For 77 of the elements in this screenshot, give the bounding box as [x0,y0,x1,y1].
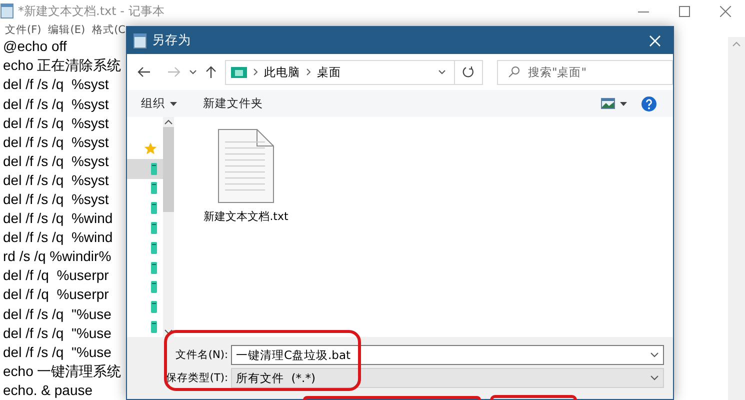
code-line: del /f /s /q %syst [3,132,109,152]
menu-item[interactable]: 文件(F) [5,22,42,37]
code-line: del /f /s /q %syst [3,152,109,171]
dialog-title: 另存为 [152,32,191,49]
refresh-icon [462,66,474,78]
code-line: echo 正在清除系统 [3,56,122,76]
code-line: del /f /s /q %syst [3,75,109,94]
drive-icon [151,321,157,334]
scrollbar-thumb[interactable] [163,127,174,212]
file-type-dropdown[interactable]: 所有文件 (*.*) [231,368,664,388]
code-line: del /f /q %userpr [3,285,109,304]
search-box[interactable]: 搜索"桌面" [496,60,673,84]
organize-menu[interactable]: 组织 [139,94,179,113]
file-name[interactable]: 新建文本文档.txt [204,209,288,224]
help-icon [641,96,657,112]
caret-icon [189,69,197,75]
drive-icon [151,262,157,274]
close-icon [720,6,731,17]
drive-icon [151,222,157,234]
drive-icon [151,162,157,175]
file-name-field[interactable]: 一键清理C盘垃圾.bat [231,345,664,365]
drive-icon [151,202,157,214]
caret-icon [620,102,627,106]
close-button[interactable] [647,32,663,48]
code-line: rd /s /q %windir% [3,247,112,266]
recent-dropdown[interactable] [187,67,199,77]
drive-icon [151,281,157,294]
back-arrow-icon [137,66,151,78]
notepad-icon [0,3,14,20]
code-line: del /f /s /q "%use [3,342,112,362]
maximize-button[interactable] [679,6,690,17]
menu-item[interactable]: 编辑(E) [48,22,86,37]
code-line: del /f /s /q %syst [3,190,109,209]
breadcrumb-item[interactable]: 此电脑 [264,64,300,80]
code-line: del /f /s /q %syst [3,114,109,133]
window-title: *新建文本文档.txt - 记事本 [18,2,164,20]
code-line: del /f /s /q %syst [3,170,109,190]
caret-icon [170,102,177,106]
caret-icon [438,69,446,75]
forward-arrow-icon [167,66,181,78]
field-label: 保存类型(T): [164,371,229,385]
code-line: del /f /s /q "%use [3,304,112,324]
address-dropdown[interactable] [436,67,448,77]
drive-icon [151,301,157,314]
close-button[interactable] [720,6,731,17]
address-bar[interactable]: 此电脑 桌面 [225,60,483,84]
breadcrumb-item[interactable]: 桌面 [317,64,341,80]
up-arrow-icon [205,65,217,79]
code-line: del /f /q %userpr [3,266,109,286]
view-button[interactable] [599,96,629,111]
notepad-icon [133,32,147,48]
search-icon [508,66,520,78]
field-label: 文件名(N): [174,348,229,362]
code-line: @echo off [3,37,67,56]
code-line: del /f /s /q %wind [3,228,113,248]
caret-icon [650,352,659,358]
code-line: del /f /s /q %wind [3,209,113,228]
code-line: del /f /s /q %syst [3,94,109,114]
caret-icon [650,375,659,381]
star-icon [144,142,157,156]
code-line: del /f /s /q "%use [3,324,112,343]
nav-item[interactable] [127,158,163,179]
document-icon[interactable] [218,129,274,203]
new-folder-button[interactable]: 新建文件夹 [201,94,265,113]
code-line: echo. & pause [3,380,93,400]
drive-icon [151,182,157,194]
folder-icon [231,66,247,78]
close-icon [649,34,661,46]
menu-item[interactable]: 格式(C [92,22,126,37]
help-button[interactable] [639,94,659,114]
maximize-icon [679,6,690,17]
scroll-up-icon[interactable] [164,117,173,127]
chevron-icon [253,68,258,76]
view-icon [601,98,615,109]
code-line: echo 一键清理系统 [3,362,122,381]
chevron-icon [306,68,311,76]
drive-icon [151,242,157,254]
